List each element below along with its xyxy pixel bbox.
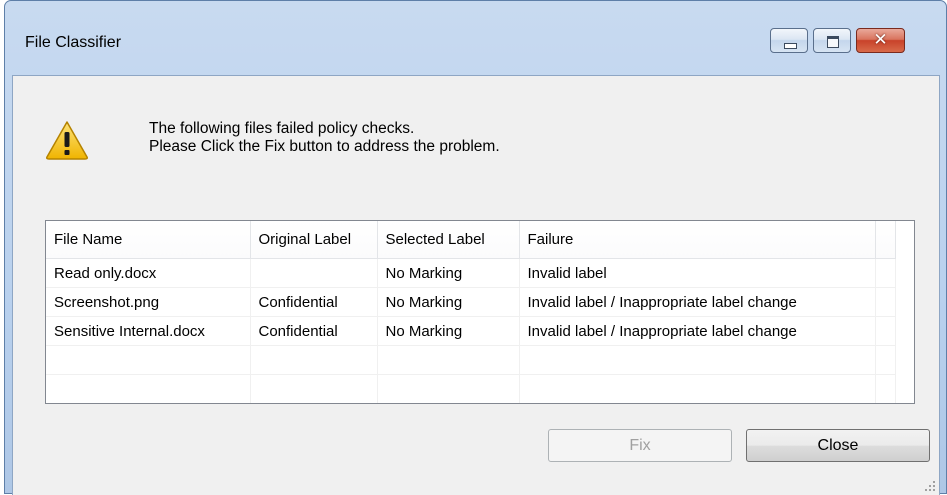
cell-failure: Invalid label / Inappropriate label chan…: [519, 316, 876, 346]
failed-files-table: File Name Original Label Selected Label …: [46, 221, 896, 403]
dialog-window: File Classifier ✕ The following files fa…: [4, 0, 947, 495]
column-header-failure[interactable]: Failure: [519, 221, 876, 259]
column-header-original-label[interactable]: Original Label: [250, 221, 378, 259]
fix-button[interactable]: Fix: [548, 429, 732, 462]
cell-failure: Invalid label / Inappropriate label chan…: [519, 287, 876, 317]
maximize-icon: [827, 36, 839, 48]
table-row[interactable]: Screenshot.png Confidential No Marking I…: [46, 287, 896, 317]
failed-files-list[interactable]: File Name Original Label Selected Label …: [45, 220, 915, 404]
cell-failure: Invalid label: [519, 258, 876, 288]
resize-grip-icon[interactable]: [924, 480, 936, 492]
close-window-button[interactable]: ✕: [856, 28, 905, 53]
cell-file-name: Read only.docx: [46, 258, 251, 288]
cell-original-label: Confidential: [250, 316, 378, 346]
close-icon: ✕: [873, 30, 888, 50]
table-row[interactable]: Read only.docx No Marking Invalid label: [46, 258, 896, 288]
table-header-row: File Name Original Label Selected Label …: [46, 221, 896, 259]
table-row[interactable]: Sensitive Internal.docx Confidential No …: [46, 316, 896, 346]
message-text: The following files failed policy checks…: [149, 120, 500, 156]
cell-selected-label: No Marking: [377, 287, 520, 317]
warning-icon: [46, 121, 88, 160]
column-header-filler: [875, 221, 896, 259]
message-line-1: The following files failed policy checks…: [149, 120, 415, 137]
table-row-empty: [46, 374, 896, 403]
minimize-button[interactable]: [770, 28, 808, 53]
dialog-body: The following files failed policy checks…: [12, 75, 940, 495]
window-title: File Classifier: [25, 34, 122, 51]
column-header-file-name[interactable]: File Name: [46, 221, 251, 259]
cell-selected-label: No Marking: [377, 258, 520, 288]
minimize-icon: [784, 43, 797, 49]
message-line-2: Please Click the Fix button to address t…: [149, 138, 500, 155]
cell-file-name: Sensitive Internal.docx: [46, 316, 251, 346]
cell-filler: [875, 258, 896, 288]
title-bar[interactable]: File Classifier ✕: [5, 1, 946, 75]
column-header-selected-label[interactable]: Selected Label: [377, 221, 520, 259]
cell-filler: [875, 287, 896, 317]
cell-original-label: [250, 258, 378, 288]
table-row-empty: [46, 345, 896, 375]
maximize-button[interactable]: [813, 28, 851, 53]
cell-file-name: Screenshot.png: [46, 287, 251, 317]
cell-filler: [875, 316, 896, 346]
cell-selected-label: No Marking: [377, 316, 520, 346]
close-button[interactable]: Close: [746, 429, 930, 462]
cell-original-label: Confidential: [250, 287, 378, 317]
